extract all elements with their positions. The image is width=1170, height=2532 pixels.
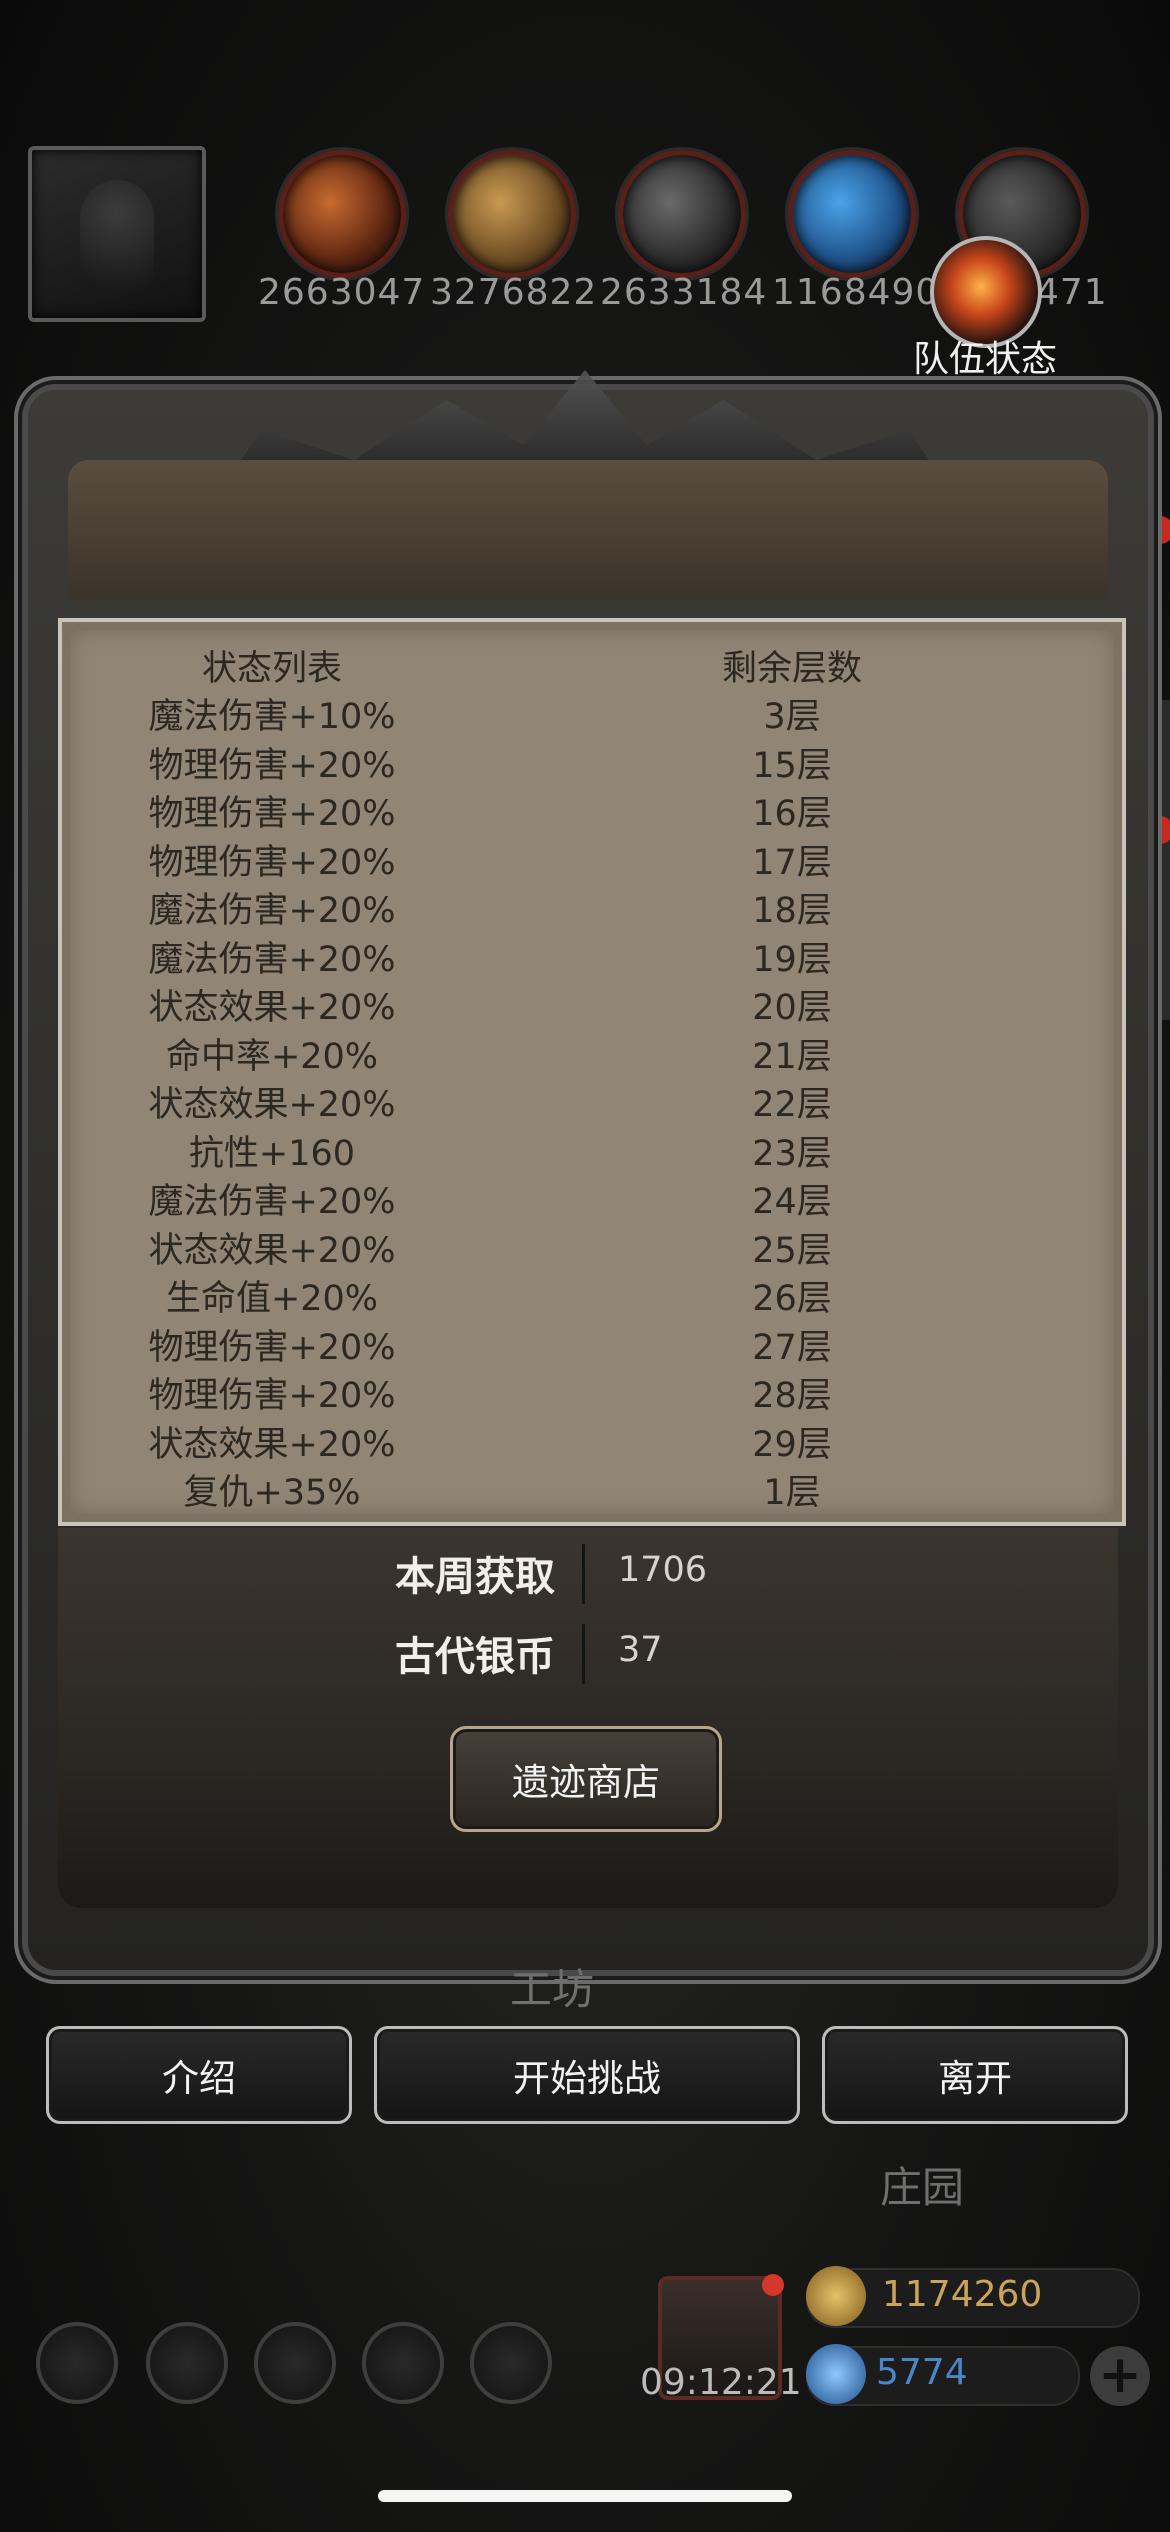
dialog-lower-panel <box>58 1528 1118 1908</box>
ancient-silver-value: 37 <box>618 1630 663 1670</box>
status-list-header: 状态列表 剩余层数 <box>62 640 1122 689</box>
add-gems-button[interactable]: + <box>1090 2346 1150 2406</box>
wood-value: 3276822 <box>430 272 598 313</box>
status-list-panel: 状态列表 剩余层数 魔法伤害+10% 3层 物理伤害+20% 15层 物理伤害+20% 1… <box>58 618 1126 1526</box>
gem-icon <box>806 2344 866 2404</box>
status-row: 抗性+160 23层 <box>62 1125 1122 1174</box>
status-layers: 16层 <box>752 794 832 834</box>
intro-button[interactable]: 介绍 <box>46 2026 352 2124</box>
achievement-icon[interactable] <box>146 2322 228 2404</box>
ancient-silver-label: 古代银币 <box>395 1634 555 1680</box>
mail-icon[interactable] <box>362 2322 444 2404</box>
status-row: 物理伤害+20% 17层 <box>62 834 1122 883</box>
gem-value: 5774 <box>876 2352 968 2393</box>
status-name: 物理伤害+20% <box>148 842 396 883</box>
status-layers: 29层 <box>752 1424 832 1465</box>
status-layers: 28层 <box>752 1376 832 1416</box>
status-name: 抗性+160 <box>188 1133 356 1174</box>
status-layers: 25层 <box>752 1230 832 1271</box>
status-name: 物理伤害+20% <box>148 794 396 834</box>
status-name: 物理伤害+20% <box>148 745 396 786</box>
workshop-label: 工坊 <box>510 1965 595 2014</box>
status-layers: 18层 <box>752 891 832 931</box>
status-layers: 20层 <box>752 988 832 1028</box>
status-row: 状态效果+20% 20层 <box>62 979 1122 1028</box>
notification-dot <box>1146 816 1170 844</box>
status-layers: 27层 <box>752 1327 832 1368</box>
status-layers: 22层 <box>752 1085 832 1125</box>
status-name: 魔法伤害+20% <box>148 891 396 931</box>
start-challenge-button[interactable]: 开始挑战 <box>374 2026 800 2124</box>
notification-dot <box>762 2274 784 2296</box>
status-name: 物理伤害+20% <box>148 1376 396 1416</box>
status-layers: 24层 <box>752 1182 832 1222</box>
notification-dot <box>1146 516 1170 544</box>
status-name: 复仇+35% <box>183 1473 361 1513</box>
status-row: 物理伤害+20% 16层 <box>62 785 1122 834</box>
divider <box>582 1624 585 1684</box>
status-row: 魔法伤害+20% 18层 <box>62 882 1122 931</box>
status-layers: 21层 <box>752 1036 832 1077</box>
status-layers: 19层 <box>752 939 832 980</box>
status-name: 命中率+20% <box>165 1036 379 1077</box>
status-name-header: 状态列表 <box>201 649 342 689</box>
status-layers: 26层 <box>752 1279 832 1319</box>
settings-icon[interactable] <box>36 2322 118 2404</box>
status-layers: 15层 <box>752 745 832 786</box>
gift-timer: 09:12:21 <box>640 2362 802 2403</box>
status-name: 物理伤害+20% <box>148 1327 396 1368</box>
crystal-icon[interactable] <box>788 150 916 278</box>
crystal-value: 1168490 <box>772 272 940 313</box>
iron-value: 2633184 <box>600 272 768 313</box>
status-row: 状态效果+20% 25层 <box>62 1222 1122 1271</box>
dialog-header-plate <box>68 460 1108 600</box>
wood-icon[interactable] <box>448 150 576 278</box>
status-row: 魔法伤害+20% 19层 <box>62 931 1122 980</box>
status-row: 状态效果+20% 22层 <box>62 1076 1122 1125</box>
status-row: 状态效果+20% 29层 <box>62 1416 1122 1465</box>
status-row: 物理伤害+20% 15层 <box>62 737 1122 786</box>
stone-value: 471 <box>1036 272 1108 313</box>
status-name: 魔法伤害+20% <box>148 939 396 980</box>
gold-coin-icon <box>806 2266 866 2326</box>
status-layers: 17层 <box>752 842 832 883</box>
status-layers: 23层 <box>752 1133 832 1174</box>
status-name: 状态效果+20% <box>148 1424 396 1465</box>
status-row: 物理伤害+20% 27层 <box>62 1319 1122 1368</box>
guild-icon[interactable] <box>254 2322 336 2404</box>
meat-icon[interactable] <box>278 150 406 278</box>
status-name: 状态效果+20% <box>148 1230 396 1271</box>
status-name: 魔法伤害+20% <box>148 1182 396 1222</box>
map-icon[interactable] <box>470 2322 552 2404</box>
layers-header: 剩余层数 <box>721 649 862 689</box>
status-name: 状态效果+20% <box>148 988 396 1028</box>
weekly-gain-label: 本周获取 <box>395 1554 555 1600</box>
team-status-label[interactable]: 队伍状态 <box>900 330 1070 382</box>
status-name: 魔法伤害+10% <box>148 697 396 737</box>
player-avatar[interactable] <box>28 146 206 322</box>
avatar-silhouette <box>80 180 154 290</box>
status-row: 物理伤害+20% 28层 <box>62 1367 1122 1416</box>
iron-icon[interactable] <box>618 150 746 278</box>
status-row: 命中率+20% 21层 <box>62 1028 1122 1077</box>
status-row: 生命值+20% 26层 <box>62 1270 1122 1319</box>
divider <box>582 1544 585 1604</box>
status-name: 生命值+20% <box>165 1279 379 1319</box>
status-row: 魔法伤害+10% 3层 <box>62 688 1122 737</box>
relic-shop-button[interactable]: 遗迹商店 <box>450 1726 722 1832</box>
weekly-gain-value: 1706 <box>618 1550 708 1590</box>
status-row: 魔法伤害+20% 24层 <box>62 1173 1122 1222</box>
gold-value: 1174260 <box>882 2274 1043 2315</box>
manor-label[interactable]: 庄园 <box>880 2154 964 2215</box>
meat-value: 2663047 <box>258 272 426 313</box>
home-indicator[interactable] <box>378 2490 792 2502</box>
status-layers: 1层 <box>763 1473 821 1513</box>
status-name: 状态效果+20% <box>148 1085 396 1125</box>
status-layers: 3层 <box>763 697 821 737</box>
leave-button[interactable]: 离开 <box>822 2026 1128 2124</box>
status-row: 复仇+35% 1层 <box>62 1464 1122 1513</box>
